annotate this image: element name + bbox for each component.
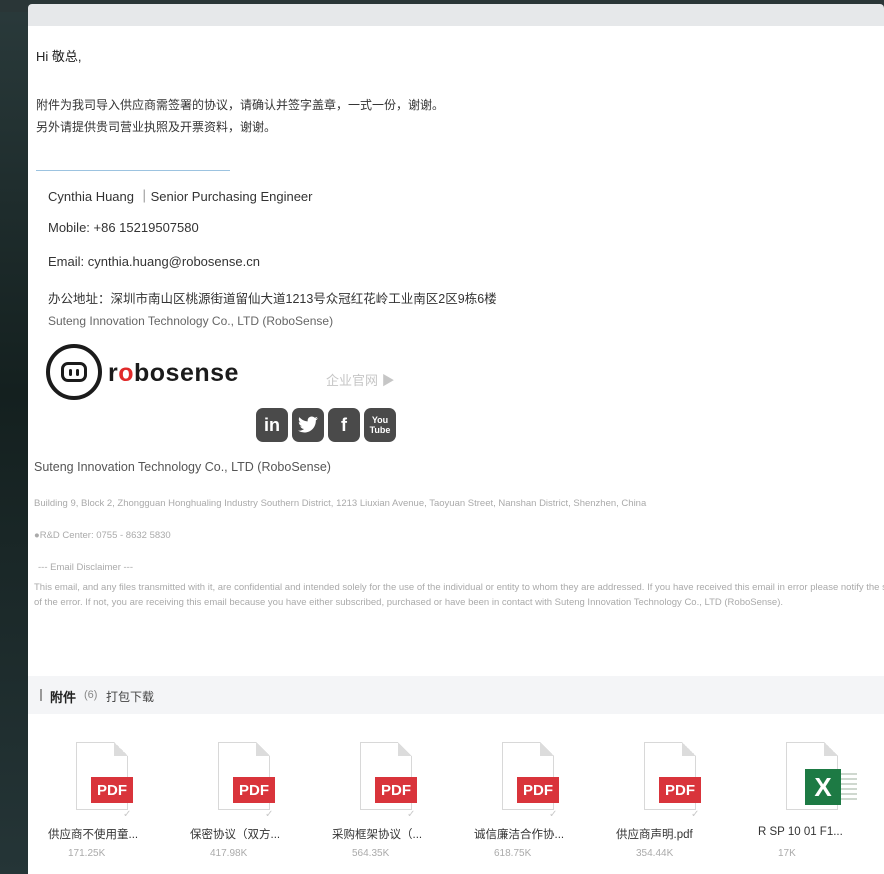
attachment-name: 供应商声明.pdf <box>616 829 693 841</box>
signature-mobile: Mobile: +86 15219507580 <box>48 220 199 235</box>
brand-wordmark: robosense <box>108 359 239 388</box>
youtube-icon[interactable]: You Tube <box>364 408 396 442</box>
brand-post: bosense <box>134 359 239 387</box>
twitter-bird-icon <box>298 416 318 433</box>
signature-scribble-icon: ✓ <box>407 809 416 820</box>
file-type-badge: PDF <box>375 777 417 803</box>
greeting: Hi 敬总, <box>36 49 82 64</box>
brand-pre: r <box>108 359 119 387</box>
attachments-header: 附件 (6) 打包下载 <box>28 676 884 714</box>
attachment-name: 供应商不使用童... <box>48 829 139 841</box>
disclaimer-line-2: of the error. If not, you are receiving … <box>34 597 784 608</box>
file-type-badge: PDF <box>659 777 701 803</box>
attachment-name: R SP 10 01 F1... <box>758 826 843 838</box>
signature-scribble-icon: ✓ <box>549 809 558 820</box>
file-type-badge: X <box>805 769 841 805</box>
download-all-link[interactable]: 打包下载 <box>106 688 154 705</box>
attachment-size: 17K <box>778 848 796 859</box>
attachment-size: 354.44K <box>636 848 674 859</box>
robosense-logo-icon <box>46 344 102 400</box>
disclaimer-title: --- Email Disclaimer --- <box>38 562 133 573</box>
attachment-size: 171.25K <box>68 848 106 859</box>
body-line-2: 另外请提供贵司营业执照及开票资料，谢谢。 <box>36 120 277 134</box>
attachment-item[interactable]: PDF ✓ 供应商不使用童... 171.25K <box>48 730 148 870</box>
signature-divider <box>36 170 230 171</box>
pdf-file-icon: PDF ✓ <box>218 742 275 820</box>
disclaimer-line-1: This email, and any files transmitted wi… <box>34 582 884 593</box>
twitter-icon[interactable] <box>292 408 324 442</box>
signature-scribble-icon: ✓ <box>265 809 274 820</box>
email-body: Hi 敬总, 附件为我司导入供应商需签署的协议，请确认并签字盖章，一式一份，谢谢… <box>28 26 884 874</box>
address-english: Building 9, Block 2, Zhongguan Honghuali… <box>34 498 647 509</box>
attachment-size: 564.35K <box>352 848 390 859</box>
attachment-item[interactable]: X R SP 10 01 F1... 17K <box>758 730 858 870</box>
excel-file-icon: X <box>786 742 857 810</box>
email-header-bar <box>28 4 884 26</box>
attachment-item[interactable]: PDF ✓ 供应商声明.pdf 354.44K <box>616 730 716 870</box>
signature-scribble-icon: ✓ <box>691 809 700 820</box>
pdf-file-icon: PDF ✓ <box>502 742 559 820</box>
facebook-glyph: f <box>341 414 347 435</box>
youtube-bottom: Tube <box>369 425 391 435</box>
brand-mark: o <box>118 359 135 387</box>
attachment-item[interactable]: PDF ✓ 采购框架协议（... 564.35K <box>332 730 432 870</box>
signature-company: Suteng Innovation Technology Co., LTD (R… <box>48 314 334 328</box>
attachment-size: 417.98K <box>210 848 248 859</box>
robot-face-icon <box>61 362 87 382</box>
file-type-badge: PDF <box>517 777 559 803</box>
signature-scribble-icon: ✓ <box>123 809 132 820</box>
attachment-name: 采购框架协议（... <box>332 829 423 841</box>
pdf-file-icon: PDF ✓ <box>76 742 133 820</box>
file-type-badge: PDF <box>91 777 133 803</box>
attachment-name: 保密协议（双方... <box>190 829 281 841</box>
attachments-title: 附件 <box>50 690 77 705</box>
rd-center-phone: ●R&D Center: 0755 - 8632 5830 <box>34 530 171 541</box>
pdf-file-icon: PDF ✓ <box>360 742 417 820</box>
youtube-top: You <box>371 415 389 425</box>
website-link[interactable]: 企业官网 ▶ <box>326 370 395 389</box>
company-footer: Suteng Innovation Technology Co., LTD (R… <box>34 460 331 474</box>
linkedin-icon[interactable]: in <box>256 408 288 442</box>
attachment-item[interactable]: PDF ✓ 保密协议（双方... 417.98K <box>190 730 290 870</box>
attachments-count: (6) <box>84 689 98 701</box>
body-line-1: 附件为我司导入供应商需签署的协议，请确认并签字盖章，一式一份，谢谢。 <box>36 98 445 112</box>
desktop-background <box>0 0 28 874</box>
pdf-file-icon: PDF ✓ <box>644 742 701 820</box>
attachment-name: 诚信廉洁合作协... <box>474 829 565 841</box>
signature-email[interactable]: Email: cynthia.huang@robosense.cn <box>48 254 260 269</box>
signature-office-address: 办公地址：深圳市南山区桃源街道留仙大道1213号众冠红花岭工业南区2区9栋6楼 <box>48 292 497 306</box>
attachment-size: 618.75K <box>494 848 532 859</box>
file-type-badge: PDF <box>233 777 275 803</box>
linkedin-glyph: in <box>264 414 280 435</box>
attachments-marker <box>40 689 42 701</box>
signature-name-title: Cynthia Huang ｜Senior Purchasing Enginee… <box>48 189 313 204</box>
facebook-icon[interactable]: f <box>328 408 360 442</box>
attachment-item[interactable]: PDF ✓ 诚信廉洁合作协... 618.75K <box>474 730 574 870</box>
